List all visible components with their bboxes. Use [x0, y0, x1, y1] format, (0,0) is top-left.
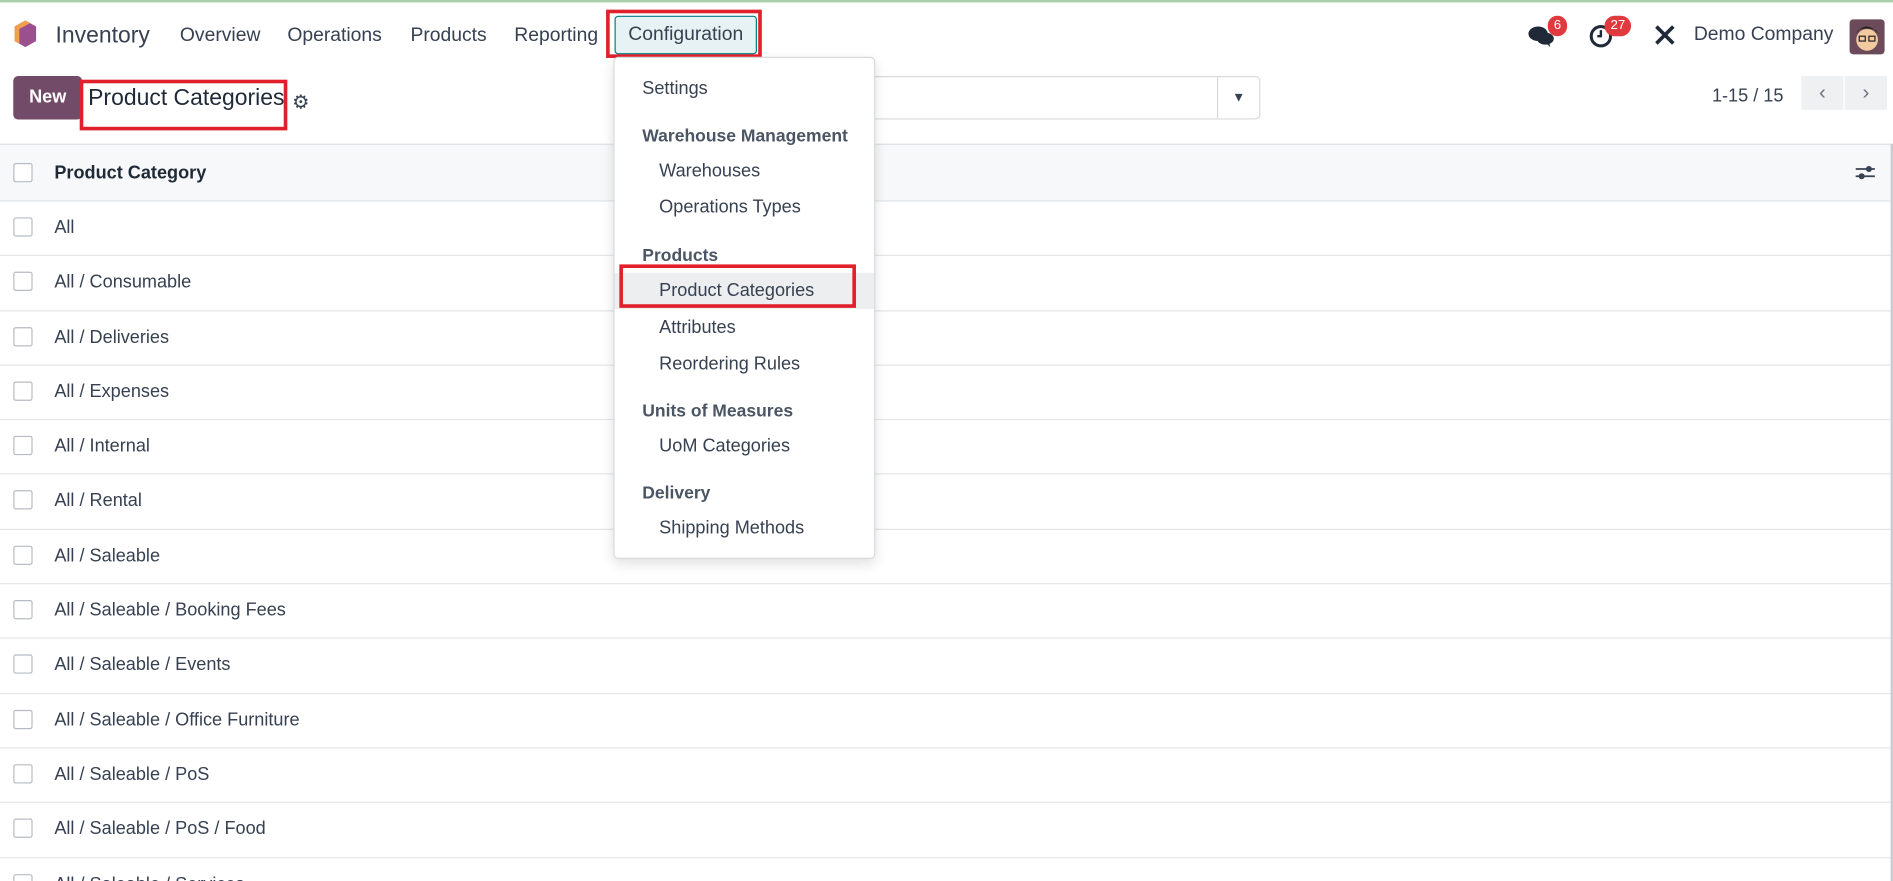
company-switcher[interactable]: Demo Company — [1694, 24, 1834, 46]
configuration-dropdown: Settings Warehouse Management Warehouses… — [613, 56, 876, 559]
activities-badge: 27 — [1604, 15, 1632, 37]
menu-products[interactable]: Products — [410, 25, 486, 47]
row-checkbox[interactable] — [13, 873, 33, 881]
app-name[interactable]: Inventory — [56, 23, 150, 50]
navbar: Inventory Overview Operations Products R… — [0, 2, 1893, 65]
category-name: All / Internal — [54, 436, 150, 457]
category-name: All / Consumable — [54, 272, 192, 293]
section-units-of-measures: Units of Measures — [642, 402, 794, 422]
user-avatar[interactable] — [1849, 19, 1885, 55]
page-title: Product Categories — [88, 85, 285, 112]
dropdown-item-reordering-rules[interactable]: Reordering Rules — [615, 346, 875, 382]
table-row[interactable]: All / Saleable / PoS — [0, 748, 1891, 804]
row-checkbox[interactable] — [13, 818, 33, 839]
dropdown-item-settings[interactable]: Settings — [615, 71, 875, 107]
category-name: All — [54, 217, 75, 238]
category-name: All / Rental — [54, 490, 142, 512]
dropdown-item-uom-categories[interactable]: UoM Categories — [615, 429, 875, 465]
category-name: All / Saleable / Events — [54, 654, 231, 676]
pager-previous-button[interactable]: ‹ — [1801, 76, 1844, 110]
category-name: All / Saleable / PoS / Food — [54, 818, 266, 840]
section-warehouse-management: Warehouse Management — [642, 126, 848, 147]
new-button[interactable]: New — [13, 76, 83, 120]
category-name: All / Saleable / PoS — [54, 764, 210, 785]
gear-icon[interactable]: ⚙ — [292, 91, 309, 115]
row-checkbox[interactable] — [13, 436, 33, 456]
select-all-checkbox[interactable] — [13, 162, 33, 183]
table-row[interactable]: All / Consumable — [0, 256, 1891, 311]
pager-value[interactable]: 1-15 / 15 — [1712, 86, 1783, 107]
menu-overview[interactable]: Overview — [180, 25, 261, 47]
dropdown-item-attributes[interactable]: Attributes — [615, 310, 875, 346]
dropdown-item-product-categories[interactable]: Product Categories — [614, 272, 875, 310]
section-delivery: Delivery — [642, 484, 711, 504]
table-row[interactable]: All / Rental — [0, 475, 1891, 530]
table-row[interactable]: All / Saleable / Booking Fees — [0, 584, 1891, 640]
row-checkbox[interactable] — [13, 326, 33, 347]
optional-columns-icon[interactable] — [1855, 164, 1875, 181]
table-row[interactable]: All / Saleable / PoS / Food — [0, 803, 1891, 858]
table-row[interactable]: All — [0, 201, 1891, 257]
row-checkbox[interactable] — [13, 545, 33, 565]
table-row[interactable]: All / Expenses — [0, 365, 1891, 421]
category-name: All / Saleable — [54, 545, 161, 566]
table-row[interactable]: All / Saleable / Events — [0, 639, 1891, 694]
dropdown-item-shipping-methods[interactable]: Shipping Methods — [615, 511, 875, 547]
row-checkbox[interactable] — [13, 709, 33, 729]
table-row[interactable]: All / Internal — [0, 420, 1891, 476]
menu-configuration[interactable]: Configuration — [614, 15, 757, 55]
table-row[interactable]: All / Saleable — [0, 529, 1891, 585]
section-products: Products — [642, 246, 719, 266]
debug-tools-icon[interactable] — [1653, 23, 1677, 47]
search-options-toggle[interactable]: ▼ — [1216, 77, 1259, 119]
dropdown-item-warehouses[interactable]: Warehouses — [615, 153, 875, 189]
menu-reporting[interactable]: Reporting — [514, 25, 598, 47]
pager-next-button[interactable]: › — [1844, 76, 1888, 110]
list-view: Product Category All All / Consumable All … — [0, 143, 1891, 881]
row-checkbox[interactable] — [13, 600, 33, 620]
dropdown-item-operations-types[interactable]: Operations Types — [615, 190, 875, 226]
category-name: All / Saleable / Office Furniture — [54, 709, 300, 731]
table-row[interactable]: All / Saleable / Services — [0, 857, 1891, 881]
row-checkbox[interactable] — [13, 381, 33, 401]
category-name: All / Saleable / Services — [54, 874, 244, 881]
category-name: All / Expenses — [54, 381, 170, 402]
menu-operations[interactable]: Operations — [287, 25, 381, 47]
row-checkbox[interactable] — [13, 654, 33, 675]
category-name: All / Deliveries — [54, 326, 170, 348]
messages-badge: 6 — [1547, 15, 1568, 37]
inventory-logo-icon[interactable] — [14, 20, 37, 48]
column-product-category[interactable]: Product Category — [54, 163, 206, 184]
table-row[interactable]: All / Saleable / Office Furniture — [0, 693, 1891, 749]
table-header: Product Category — [0, 143, 1891, 202]
category-name: All / Saleable / Booking Fees — [54, 600, 286, 621]
row-checkbox[interactable] — [13, 764, 33, 784]
row-checkbox[interactable] — [13, 490, 33, 511]
row-checkbox[interactable] — [13, 272, 33, 292]
table-row[interactable]: All / Deliveries — [0, 310, 1891, 366]
row-checkbox[interactable] — [13, 217, 33, 237]
search-input[interactable]: ▼ — [833, 76, 1261, 120]
